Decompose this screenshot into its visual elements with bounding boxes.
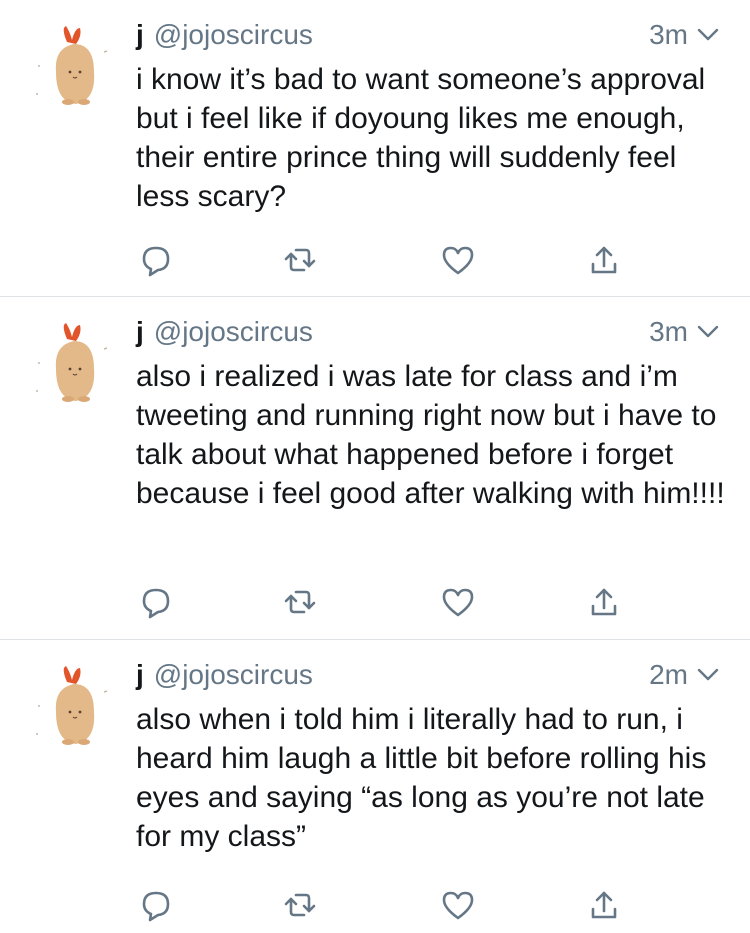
timestamp[interactable]: 2m [649, 659, 688, 691]
timeline: j @jojoscircus 3m i know it’s bad to wan… [0, 0, 750, 933]
tweet[interactable]: j @jojoscircus 3m i know it’s bad to wan… [0, 0, 750, 297]
tweet-header: j @jojoscircus 3m [136, 315, 720, 349]
timestamp[interactable]: 3m [649, 316, 688, 348]
tweet-text: also when i told him i literally had to … [136, 703, 707, 853]
display-name[interactable]: j [136, 316, 144, 348]
fried-shrimp-plush-avatar-icon [36, 666, 108, 745]
tweet-text: i know it’s bad to want someone’s approv… [136, 63, 706, 213]
share-icon[interactable] [584, 885, 624, 925]
share-icon[interactable] [584, 582, 624, 622]
reply-icon[interactable] [136, 885, 176, 925]
share-icon[interactable] [584, 240, 624, 280]
retweet-icon[interactable] [280, 885, 320, 925]
tweet-text: also i realized i was late for class and… [136, 360, 725, 510]
handle[interactable]: @jojoscircus [154, 19, 313, 51]
tweet-actions [136, 885, 636, 925]
tweet[interactable]: j @jojoscircus 3m also i realized i was … [0, 297, 750, 640]
tweet-actions [136, 240, 636, 280]
avatar[interactable] [30, 662, 120, 752]
handle[interactable]: @jojoscircus [154, 316, 313, 348]
display-name[interactable]: j [136, 659, 144, 691]
chevron-down-icon[interactable] [696, 23, 720, 47]
chevron-down-icon[interactable] [696, 663, 720, 687]
avatar[interactable] [30, 22, 120, 112]
avatar[interactable] [30, 319, 120, 409]
retweet-icon[interactable] [280, 582, 320, 622]
timestamp[interactable]: 3m [649, 19, 688, 51]
like-icon[interactable] [438, 240, 478, 280]
reply-icon[interactable] [136, 240, 176, 280]
fried-shrimp-plush-avatar-icon [36, 323, 108, 402]
handle[interactable]: @jojoscircus [154, 659, 313, 691]
fried-shrimp-plush-avatar-icon [36, 26, 108, 105]
display-name[interactable]: j [136, 19, 144, 51]
retweet-icon[interactable] [280, 240, 320, 280]
tweet-header: j @jojoscircus 3m [136, 18, 720, 52]
tweet-actions [136, 582, 636, 622]
like-icon[interactable] [438, 885, 478, 925]
tweet[interactable]: j @jojoscircus 2m also when i told him i… [0, 640, 750, 933]
tweet-header: j @jojoscircus 2m [136, 658, 720, 692]
reply-icon[interactable] [136, 582, 176, 622]
chevron-down-icon[interactable] [696, 320, 720, 344]
like-icon[interactable] [438, 582, 478, 622]
